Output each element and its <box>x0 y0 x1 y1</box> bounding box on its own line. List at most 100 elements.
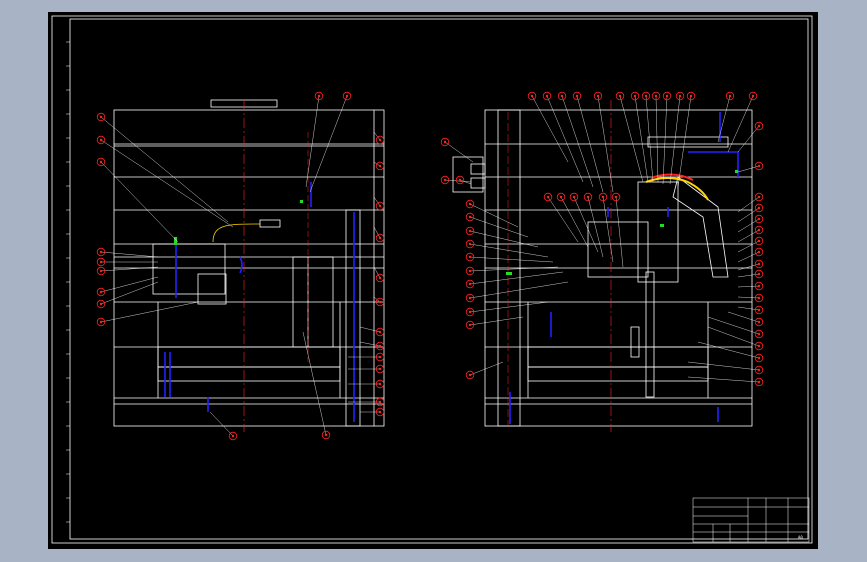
part-balloon <box>527 91 569 163</box>
balloon-dot <box>678 94 682 98</box>
balloon-dot <box>757 272 761 276</box>
sheet-code: A0 <box>798 535 803 540</box>
leader-line <box>469 243 549 258</box>
balloon-dot <box>757 217 761 221</box>
balloon-dot <box>468 242 472 246</box>
leader-line <box>727 311 760 323</box>
leader-line <box>602 196 614 263</box>
leader-line <box>469 316 524 326</box>
balloon-dot <box>757 228 761 232</box>
leader-line <box>100 276 159 293</box>
balloon-dot <box>468 215 472 219</box>
part-balloon <box>737 281 764 291</box>
leader-line <box>697 341 760 359</box>
leader-line <box>560 196 589 248</box>
part-balloon <box>737 259 764 271</box>
balloon-dot <box>99 115 103 119</box>
balloon-dot <box>378 367 382 371</box>
leader-line <box>469 301 549 313</box>
balloon-dot <box>378 382 382 386</box>
balloon-dot <box>601 195 605 199</box>
part-balloon <box>687 376 764 387</box>
balloon-dot <box>575 94 579 98</box>
part-balloon <box>373 266 385 283</box>
balloon-dot <box>324 433 328 437</box>
part-balloon <box>677 91 696 188</box>
balloon-dot <box>757 356 761 360</box>
part-balloon <box>465 281 569 303</box>
balloon-dot <box>99 250 103 254</box>
leader-line <box>737 263 760 271</box>
leader-line <box>687 361 760 371</box>
balloon-dot <box>468 202 472 206</box>
part-balloon <box>669 91 685 185</box>
balloon-dot <box>378 236 382 240</box>
part-balloon <box>737 305 764 315</box>
balloon-dot <box>757 239 761 243</box>
balloon-dot <box>443 140 447 144</box>
balloon-dot <box>468 373 472 377</box>
drawing-sheet: A0 <box>48 12 818 549</box>
part-balloon <box>96 135 234 228</box>
leader-line <box>444 141 474 163</box>
part-balloon <box>465 252 554 263</box>
balloon-dot <box>757 344 761 348</box>
leader-line <box>547 196 579 243</box>
balloon-dot <box>757 284 761 288</box>
balloon-dot <box>231 434 235 438</box>
part-balloon <box>611 192 624 268</box>
balloon-dot <box>468 310 472 314</box>
cad-drawing: A0 <box>51 15 813 544</box>
balloon-dot <box>545 94 549 98</box>
balloon-dot <box>345 94 349 98</box>
part-balloon <box>556 192 589 248</box>
part-balloon <box>373 131 385 145</box>
leader-line <box>100 116 229 223</box>
part-balloon <box>465 271 564 289</box>
balloon-dot <box>378 138 382 142</box>
part-balloon <box>737 121 764 153</box>
balloon-dot <box>378 400 382 404</box>
balloon-dot <box>546 195 550 199</box>
balloon-dot <box>378 276 382 280</box>
part-balloon <box>569 192 599 253</box>
front-section-view <box>113 99 385 427</box>
balloon-dot <box>757 320 761 324</box>
balloon-dot <box>757 262 761 266</box>
part-balloon <box>373 226 385 243</box>
balloon-dot <box>757 380 761 384</box>
balloon-dot <box>596 94 600 98</box>
part-balloon <box>727 311 764 327</box>
part-balloon <box>96 257 158 267</box>
balloon-dot <box>99 290 103 294</box>
balloon-dot <box>99 138 103 142</box>
balloon-dot <box>644 94 648 98</box>
balloon-dot <box>378 344 382 348</box>
part-balloon <box>737 236 764 253</box>
leader-line <box>737 125 760 153</box>
balloon-dot <box>560 94 564 98</box>
balloon-dot <box>468 255 472 259</box>
part-balloon <box>373 196 385 211</box>
balloon-dot <box>586 195 590 199</box>
part-balloon <box>305 91 324 188</box>
balloon-dot <box>728 94 732 98</box>
part-balloon <box>96 301 199 327</box>
part-balloon <box>455 175 472 185</box>
margin-ticks <box>66 41 70 523</box>
part-balloon <box>737 161 764 173</box>
balloon-dot <box>317 94 321 98</box>
leader-line <box>469 271 564 285</box>
part-balloon <box>707 316 764 339</box>
leader-line <box>662 95 668 185</box>
part-balloon <box>465 239 549 258</box>
part-balloon <box>687 361 764 375</box>
leader-line <box>302 331 327 436</box>
leader-line <box>634 95 649 183</box>
inner-border <box>69 18 809 540</box>
balloon-dot <box>757 296 761 300</box>
part-balloon <box>465 301 549 317</box>
balloon-dot <box>751 94 755 98</box>
leader-line <box>469 256 554 263</box>
leader-line <box>100 139 234 228</box>
